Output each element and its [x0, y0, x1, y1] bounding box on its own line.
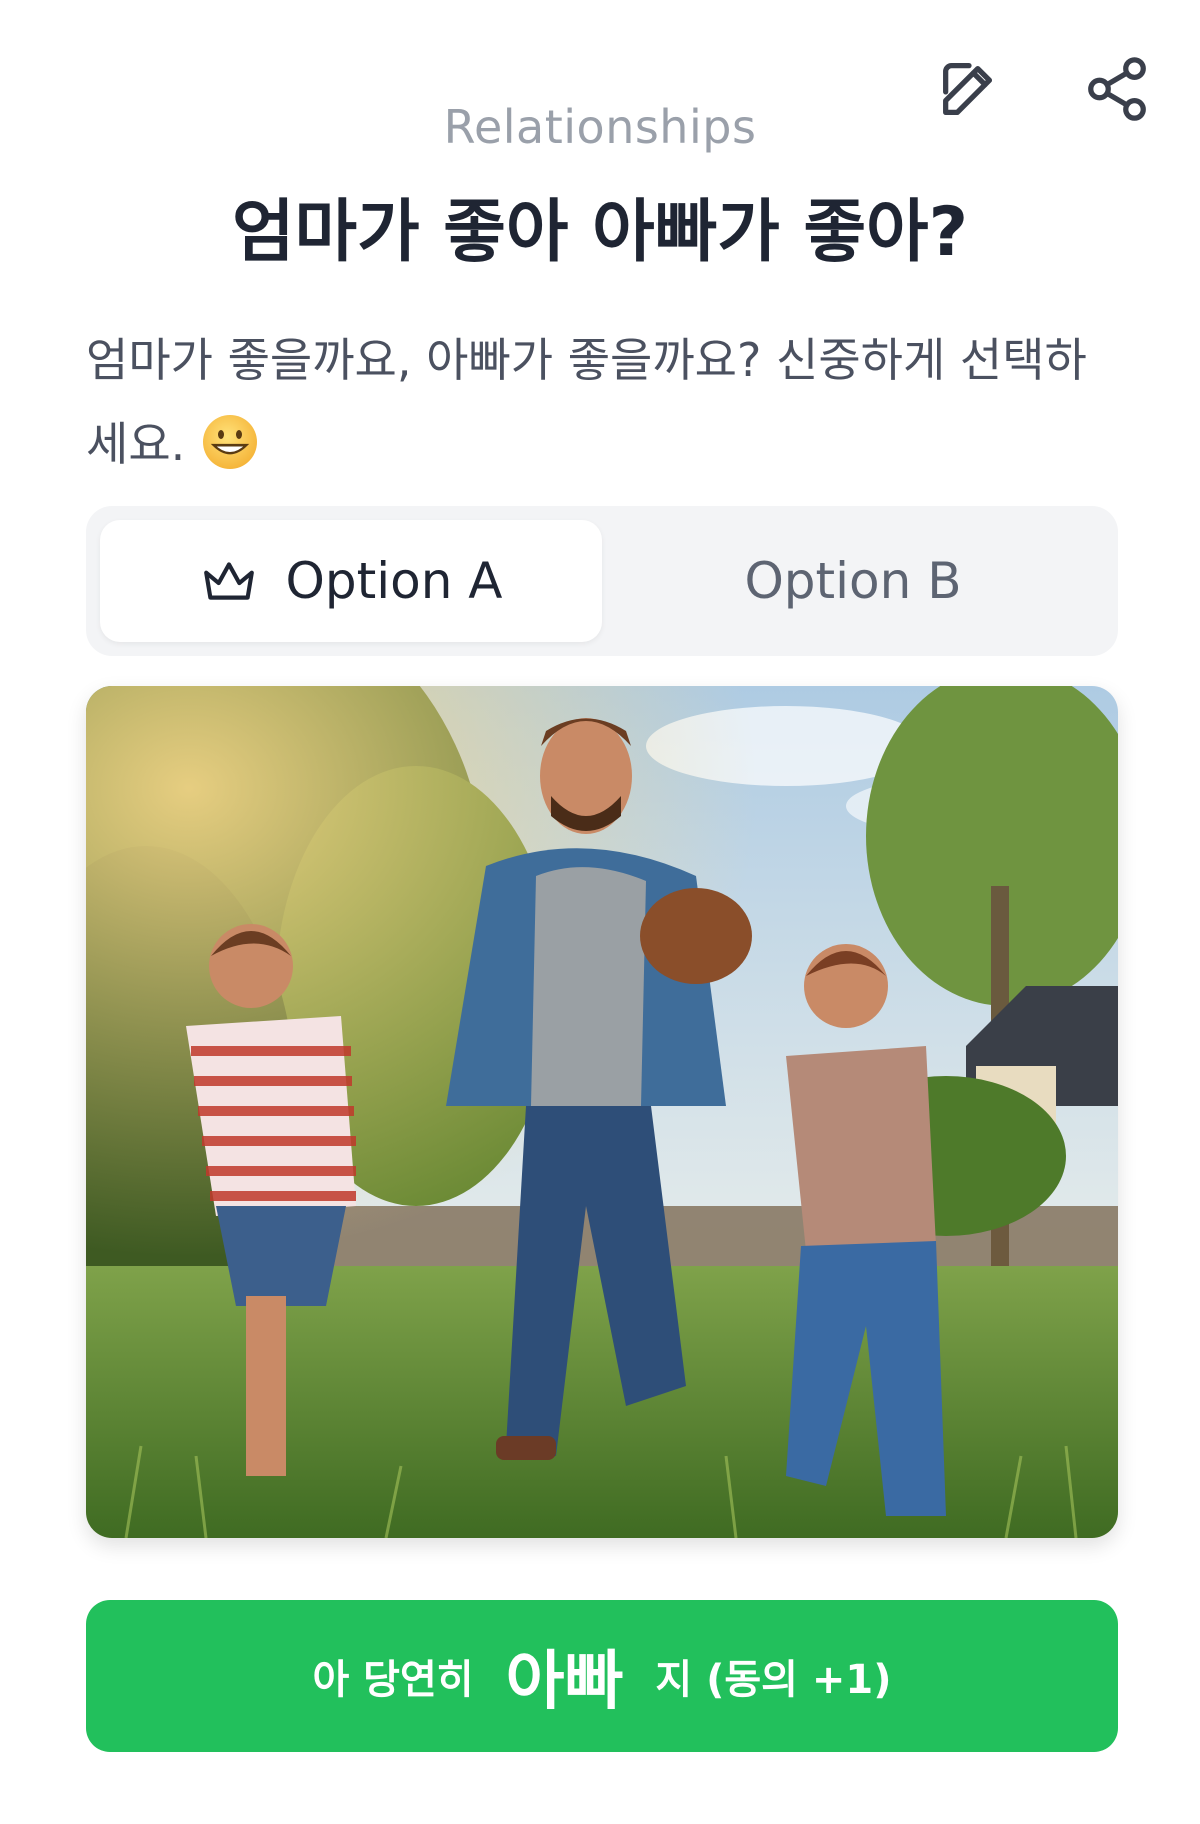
- tab-option-b[interactable]: Option B: [602, 520, 1104, 642]
- tab-option-b-label: Option B: [744, 552, 962, 610]
- vote-emphasis: 아빠: [505, 1645, 624, 1719]
- vote-prefix: 아 당연히: [312, 1657, 474, 1703]
- category-label: Relationships: [443, 100, 757, 154]
- poll-card: Relationships 엄마가 좋아 아빠가 좋아? 엄마가 좋을까요, 아…: [0, 0, 1200, 1824]
- option-toggle: Option A Option B: [86, 506, 1118, 656]
- tab-option-a-label: Option A: [285, 552, 503, 610]
- vote-suffix: 지 (동의 +1): [655, 1657, 892, 1703]
- option-photo-illustration: [86, 686, 1118, 1538]
- page-title: 엄마가 좋아 아빠가 좋아?: [231, 193, 969, 272]
- option-image: [86, 686, 1118, 1538]
- grinning-emoji-icon: [202, 415, 257, 469]
- poll-description: 엄마가 좋을까요, 아빠가 좋을까요? 신중하게 선택하세요.: [86, 318, 1116, 486]
- vote-button[interactable]: 아 당연히 아빠 지 (동의 +1): [86, 1600, 1118, 1752]
- tab-option-a[interactable]: Option A: [100, 520, 602, 642]
- crown-icon: [203, 562, 254, 600]
